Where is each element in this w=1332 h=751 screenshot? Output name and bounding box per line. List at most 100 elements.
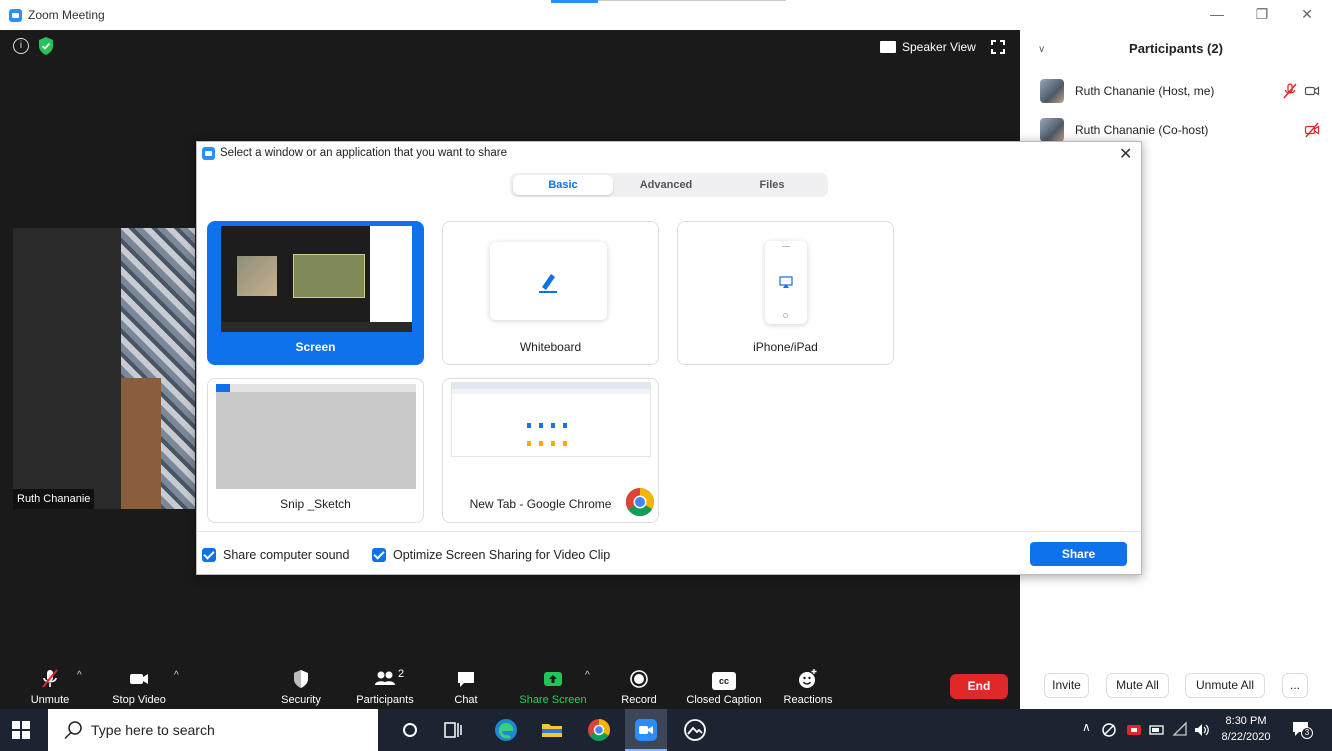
fullscreen-icon[interactable]: [991, 40, 1005, 54]
zoom-app: Zoom Meeting — ❐ ✕ i Speaker View Ruth C…: [0, 0, 1332, 751]
checkbox-checked-icon: [372, 548, 386, 562]
participants-count: 2: [398, 668, 405, 680]
muted-mic-icon[interactable]: [1282, 83, 1298, 99]
battery-icon[interactable]: [1148, 721, 1166, 739]
encryption-shield-icon[interactable]: [38, 37, 54, 55]
share-button[interactable]: Share: [1030, 542, 1127, 566]
chat-label: Chat: [454, 694, 478, 706]
stop-video-button[interactable]: Stop Video: [107, 662, 171, 709]
video-off-icon[interactable]: [1304, 122, 1320, 138]
airplay-icon: [779, 276, 793, 288]
share-option-label: Whiteboard: [519, 340, 582, 354]
cortana-icon[interactable]: [398, 718, 422, 742]
share-option-screen[interactable]: Screen: [207, 221, 424, 365]
share-option-label: New Tab - Google Chrome: [469, 497, 612, 511]
video-options-chevron-icon[interactable]: ^: [174, 670, 179, 681]
app-tray-icon[interactable]: [1125, 721, 1143, 739]
reactions-button[interactable]: Reactions: [781, 662, 835, 709]
share-options-chevron-icon[interactable]: ^: [585, 670, 590, 681]
video-camera-icon: [130, 674, 148, 684]
share-option-whiteboard[interactable]: Whiteboard: [442, 221, 659, 365]
share-option-label: Snip _Sketch: [280, 497, 351, 511]
share-computer-sound-checkbox[interactable]: Share computer sound: [202, 548, 349, 562]
participant-status-icons: [1304, 122, 1320, 138]
restore-button[interactable]: ❐: [1247, 6, 1277, 23]
minimize-button[interactable]: —: [1202, 6, 1232, 22]
phone-speaker: [782, 246, 790, 247]
search-icon: [64, 721, 82, 740]
mute-all-button[interactable]: Mute All: [1106, 673, 1169, 698]
participants-label: Participants: [356, 694, 414, 706]
dialog-title: Select a window or an application that y…: [220, 147, 508, 159]
checkbox-label: Share computer sound: [223, 548, 350, 562]
closed-caption-button[interactable]: cc Closed Caption: [683, 662, 765, 709]
tab-advanced[interactable]: Advanced: [616, 175, 716, 195]
close-window-button[interactable]: ✕: [1292, 6, 1322, 23]
task-view-icon[interactable]: [441, 718, 465, 742]
wifi-icon[interactable]: [1172, 721, 1190, 739]
share-option-label: iPhone/iPad: [753, 340, 818, 354]
tab-basic[interactable]: Basic: [513, 175, 613, 195]
optimize-video-clip-checkbox[interactable]: Optimize Screen Sharing for Video Clip: [372, 548, 610, 562]
speaker-view-label: Speaker View: [902, 40, 976, 54]
end-meeting-button[interactable]: End: [950, 674, 1008, 699]
share-option-snip-sketch[interactable]: Snip _Sketch: [207, 378, 424, 523]
participants-button[interactable]: Participants: [352, 662, 418, 709]
windows-start-icon[interactable]: [12, 721, 30, 739]
avatar: [1040, 118, 1064, 142]
security-shield-icon: [294, 670, 308, 688]
chrome-shortcuts-2: [527, 441, 575, 446]
stop-video-label: Stop Video: [112, 694, 166, 706]
video-tile[interactable]: [13, 228, 195, 509]
zoom-taskbar-icon[interactable]: [634, 718, 658, 742]
share-screen-button[interactable]: Share Screen: [515, 662, 591, 709]
notification-center[interactable]: 3: [1291, 719, 1313, 739]
edge-browser-icon[interactable]: [494, 718, 518, 742]
audio-options-chevron-icon[interactable]: ^: [77, 670, 82, 681]
avatar: [1040, 79, 1064, 103]
chrome-icon[interactable]: [587, 718, 611, 742]
photos-app-icon[interactable]: [683, 718, 707, 742]
window-title: Zoom Meeting: [28, 8, 105, 22]
participant-row[interactable]: Ruth Chananie (Host, me): [1040, 77, 1332, 107]
unmute-button[interactable]: Unmute: [28, 662, 72, 709]
video-feed-detail: [121, 378, 161, 509]
chat-bubble-icon: [458, 672, 474, 687]
file-explorer-icon[interactable]: [540, 718, 564, 742]
taskbar-clock[interactable]: 8:30 PM 8/22/2020: [1218, 713, 1274, 745]
record-button[interactable]: Record: [620, 662, 658, 709]
share-option-chrome[interactable]: New Tab - Google Chrome: [442, 378, 659, 523]
participants-icon: [375, 671, 395, 685]
network-tray-icon[interactable]: [1100, 721, 1118, 739]
share-option-label: Screen: [295, 340, 336, 354]
clock-time: 8:30 PM: [1225, 715, 1267, 727]
info-icon[interactable]: i: [13, 38, 29, 54]
participant-name: Ruth Chananie (Host, me): [1075, 84, 1215, 98]
share-option-iphone-ipad[interactable]: iPhone/iPad: [677, 221, 894, 365]
whiteboard-thumbnail: [490, 242, 607, 320]
phone-home-button: [783, 313, 788, 318]
dialog-divider: [197, 531, 1141, 532]
speaker-view-button[interactable]: Speaker View: [880, 37, 976, 57]
taskbar-search-input[interactable]: Type here to search: [48, 709, 378, 751]
more-options-button[interactable]: ...: [1282, 673, 1308, 698]
unmute-label: Unmute: [30, 694, 70, 706]
invite-button[interactable]: Invite: [1044, 673, 1089, 698]
volume-icon[interactable]: [1193, 721, 1211, 739]
chat-button[interactable]: Chat: [452, 662, 480, 709]
video-camera-icon[interactable]: [1304, 83, 1320, 99]
show-hidden-icons-chevron-icon[interactable]: ∧: [1082, 720, 1091, 734]
thumb-panel: [370, 226, 412, 332]
participant-status-icons: [1282, 83, 1320, 99]
windows-taskbar: Type here to search ∧ 8:30 PM 8/22/2020 …: [0, 709, 1332, 751]
speaker-view-icon: [880, 41, 896, 53]
thumb-video-2: [293, 254, 365, 298]
zoom-logo-icon: [9, 9, 22, 22]
security-button[interactable]: Security: [278, 662, 324, 709]
screen-thumbnail: [221, 226, 412, 332]
participants-panel-title: Participants (2): [1129, 41, 1223, 56]
unmute-all-button[interactable]: Unmute All: [1185, 673, 1265, 698]
phone-thumbnail: [765, 241, 807, 324]
close-icon[interactable]: ✕: [1119, 144, 1132, 164]
tab-files[interactable]: Files: [722, 175, 822, 195]
